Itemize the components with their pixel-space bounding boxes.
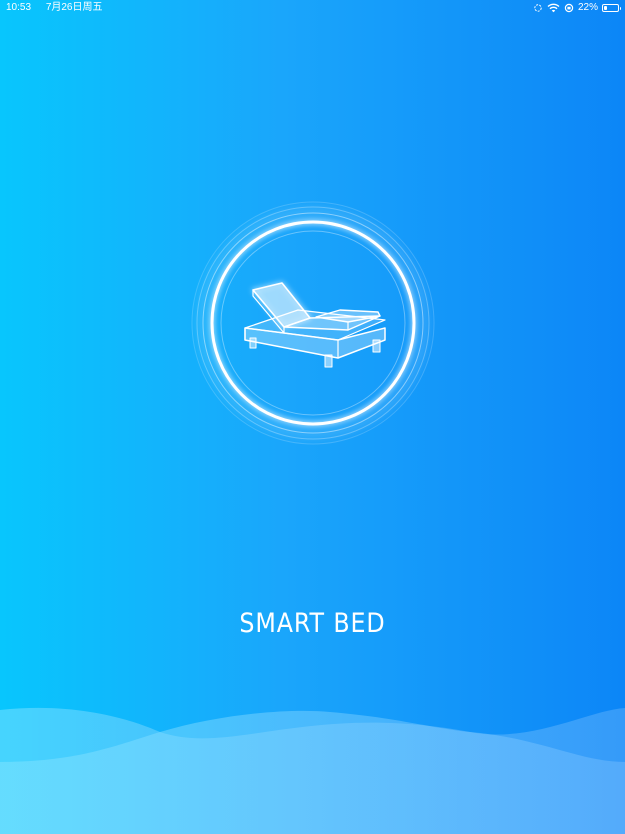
- app-title: SMART BED: [239, 608, 386, 639]
- splash-screen: 10:53 7月26日周五 22% SMART BED: [0, 0, 625, 834]
- adjustable-bed-icon: [191, 201, 435, 445]
- wifi-icon: [547, 3, 560, 13]
- status-left: 10:53 7月26日周五: [6, 0, 103, 16]
- status-bar: 10:53 7月26日周五 22%: [0, 0, 625, 18]
- wave-decoration: [0, 704, 625, 834]
- status-date: 7月26日周五: [45, 2, 103, 13]
- status-right: 22%: [533, 0, 621, 16]
- battery-fill: [604, 6, 607, 10]
- rotation-lock-icon: [533, 3, 543, 13]
- status-time: 10:53: [6, 2, 32, 13]
- battery-icon: [602, 4, 621, 12]
- orientation-lock-icon: [564, 3, 574, 13]
- bed-logo: [190, 200, 436, 446]
- battery-percent: 22%: [577, 2, 598, 13]
